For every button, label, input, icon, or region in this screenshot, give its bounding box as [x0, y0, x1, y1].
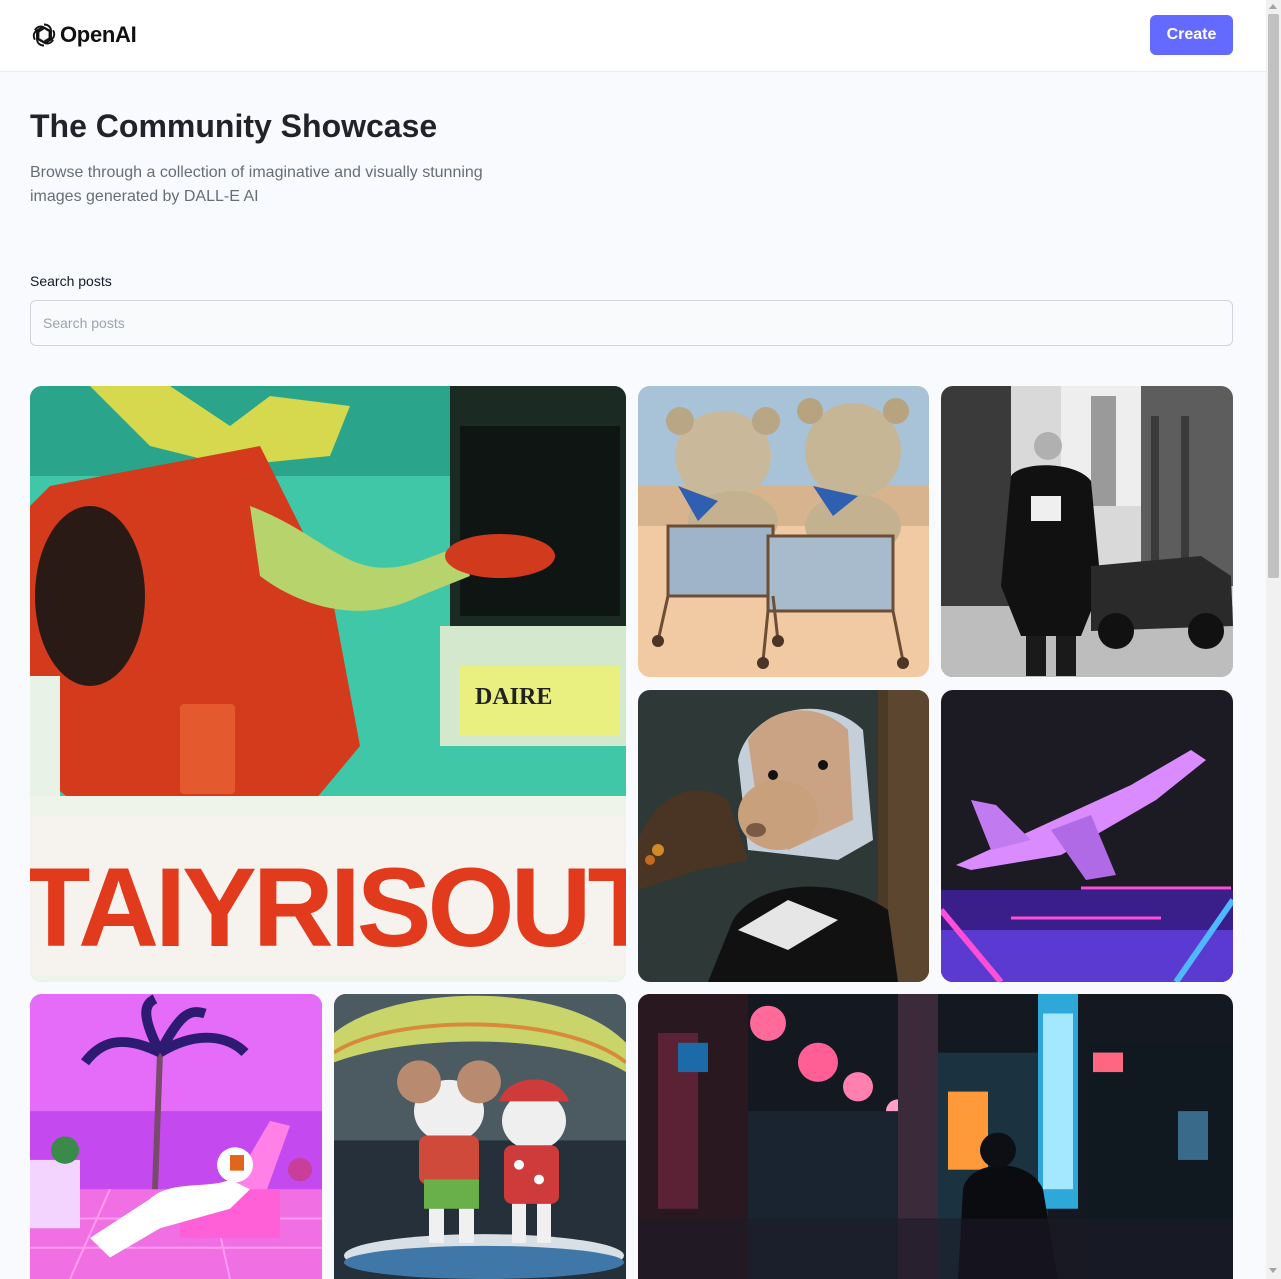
gallery-card[interactable]: [638, 690, 929, 982]
gallery-image-3: [941, 386, 1233, 677]
gallery-image-6: [30, 994, 322, 1279]
brand-name: OpenAI: [60, 22, 137, 47]
search-label: Search posts: [30, 273, 112, 289]
openai-logo-icon: [32, 23, 56, 47]
gallery-card[interactable]: [30, 994, 322, 1279]
gallery-card[interactable]: [638, 386, 929, 677]
page-subtitle: Browse through a collection of imaginati…: [30, 164, 483, 205]
gallery-card[interactable]: [638, 994, 1233, 1279]
openai-logo[interactable]: OpenAI: [30, 20, 137, 50]
scroll-down-icon[interactable]: [1269, 1268, 1277, 1273]
create-button[interactable]: Create: [1150, 15, 1233, 55]
gallery-image-2: [638, 386, 929, 677]
top-navbar: OpenAI Create: [0, 0, 1266, 72]
small-sign-text: DAIRE: [475, 684, 552, 710]
scrollbar-thumb[interactable]: [1268, 14, 1279, 578]
search-input[interactable]: [30, 300, 1233, 346]
gallery-card[interactable]: DAIRE TAIYRISOUT: [30, 386, 626, 982]
gallery-image-4: [638, 690, 929, 982]
page-title: The Community Showcase: [30, 108, 438, 144]
gallery-card[interactable]: [334, 994, 626, 1279]
gallery-card[interactable]: [941, 386, 1233, 677]
gallery-image-1: DAIRE TAIYRISOUT: [30, 386, 626, 982]
scroll-up-icon[interactable]: [1269, 4, 1277, 9]
gallery-image-7: [334, 994, 626, 1279]
sign-text: TAIYRISOUT: [30, 845, 626, 970]
gallery-card[interactable]: [941, 690, 1233, 982]
gallery-image-8: [638, 994, 1233, 1279]
gallery-image-5: [941, 690, 1233, 982]
